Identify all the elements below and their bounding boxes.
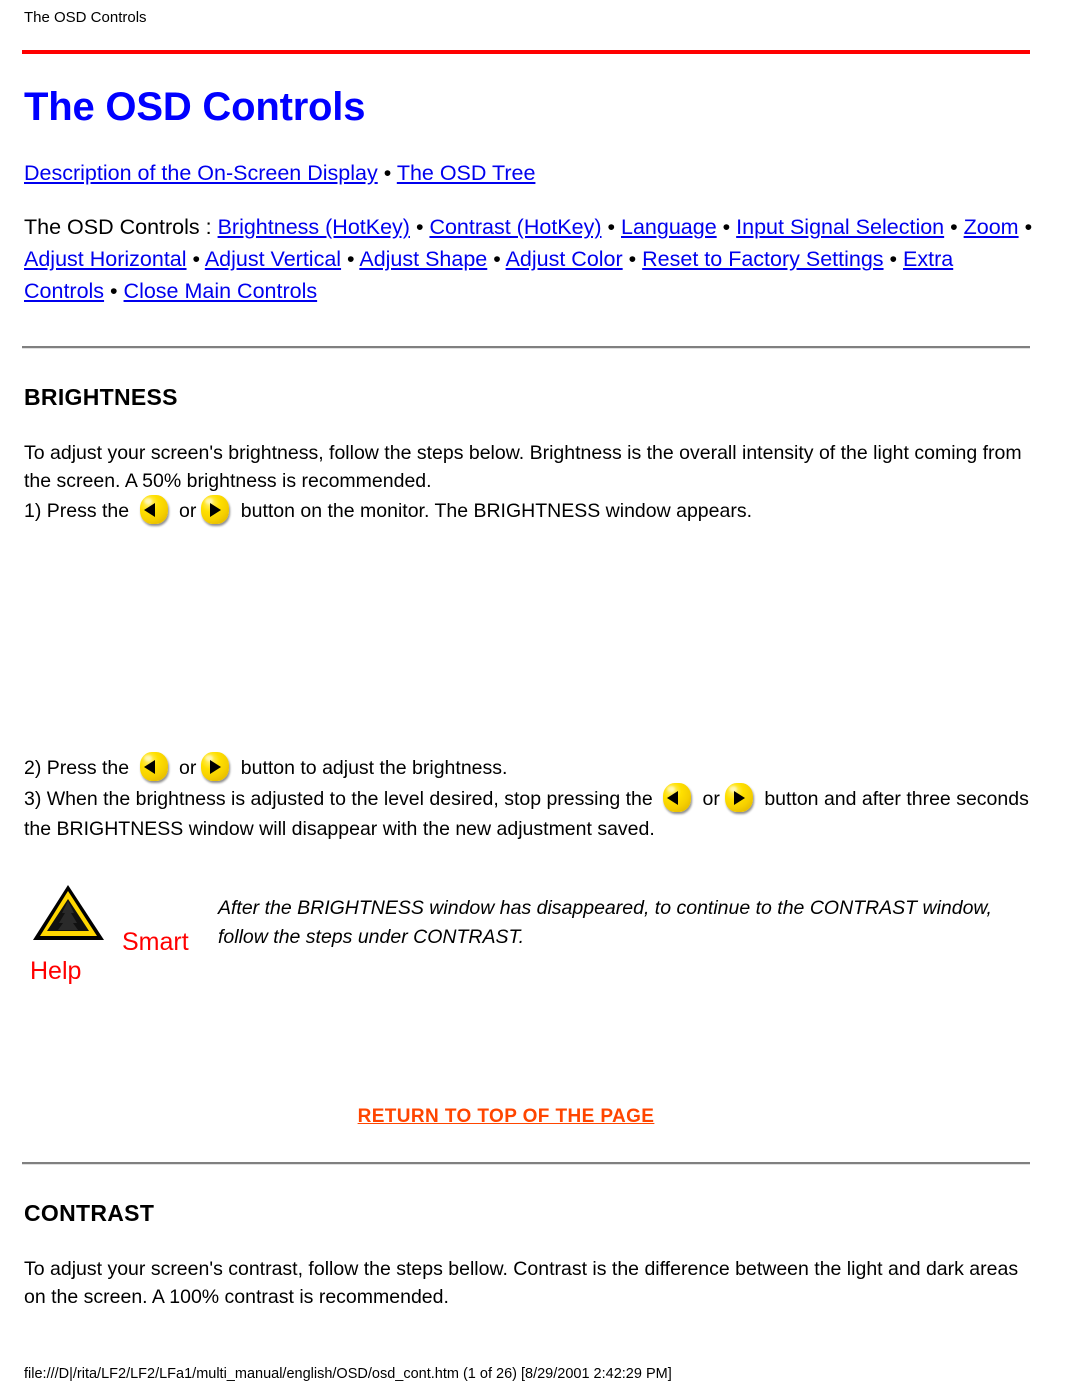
link-adjust-vertical[interactable]: Adjust Vertical <box>205 247 341 271</box>
link-language[interactable]: Language <box>621 215 717 239</box>
bullet-separator: • <box>104 279 124 303</box>
osd-left-arrow-button-icon[interactable] <box>661 783 694 814</box>
step-3-text-before: 3) When the brightness is adjusted to th… <box>24 788 653 810</box>
step-2-text-before: 2) Press the <box>24 757 130 779</box>
page-title: The OSD Controls <box>24 85 366 129</box>
link-brightness-hotkey[interactable]: Brightness (HotKey) <box>218 215 410 239</box>
bullet-separator: • <box>487 247 506 271</box>
smart-help-note-text: After the BRIGHTNESS window has disappea… <box>218 897 992 948</box>
osd-controls-link-list: The OSD Controls : Brightness (HotKey) •… <box>22 211 1036 307</box>
bullet-separator: • <box>341 247 360 271</box>
link-the-osd-tree[interactable]: The OSD Tree <box>397 161 536 185</box>
brightness-step-2: 2) Press the or button to adjust the bri… <box>22 752 1058 783</box>
osd-left-arrow-button-icon[interactable] <box>138 752 171 783</box>
brightness-step-3: 3) When the brightness is adjusted to th… <box>22 783 1058 844</box>
osd-right-arrow-button-icon[interactable] <box>723 783 756 814</box>
red-divider-rule <box>22 50 1030 54</box>
document-header-title: The OSD Controls <box>24 9 147 26</box>
bullet-separator: • <box>186 247 205 271</box>
link-description-on-screen-display[interactable]: Description of the On-Screen Display <box>24 161 378 185</box>
step-2-or: or <box>178 757 197 779</box>
osd-controls-prefix: The OSD Controls : <box>24 215 212 239</box>
smart-help-smart-label: Smart <box>122 928 189 956</box>
bullet-separator: • <box>883 247 904 271</box>
return-to-top-link[interactable]: RETURN TO TOP OF THE PAGE <box>358 1106 655 1127</box>
section-divider-contrast <box>22 1162 1058 1165</box>
bullet-separator: • <box>1018 215 1033 239</box>
return-to-top-container: RETURN TO TOP OF THE PAGE <box>22 1106 1058 1128</box>
bullet-separator: • <box>944 215 964 239</box>
link-input-signal-selection[interactable]: Input Signal Selection <box>736 215 944 239</box>
smart-help-block: Smart Help After the BRIGHTNESS window h… <box>22 880 1058 1000</box>
link-zoom[interactable]: Zoom <box>964 215 1019 239</box>
contrast-heading: CONTRAST <box>24 1200 155 1226</box>
link-close-main-controls[interactable]: Close Main Controls <box>124 279 318 303</box>
step-1-text-after: button on the monitor. The BRIGHTNESS wi… <box>240 500 752 522</box>
document-page: The OSD Controls The OSD Controls Descri… <box>0 0 1080 1397</box>
smart-help-help-label: Help <box>30 957 82 985</box>
brightness-step-1: 1) Press the or button on the monitor. T… <box>22 495 1058 526</box>
bullet-separator: • <box>601 215 621 239</box>
step-3-or: or <box>702 788 720 810</box>
bullet-separator: • <box>716 215 737 239</box>
link-adjust-horizontal[interactable]: Adjust Horizontal <box>24 247 187 271</box>
link-contrast-hotkey[interactable]: Contrast (HotKey) <box>429 215 601 239</box>
step-1-text-before: 1) Press the <box>24 500 130 522</box>
bullet-separator: • <box>622 247 643 271</box>
link-reset-to-factory-settings[interactable]: Reset to Factory Settings <box>642 247 883 271</box>
brightness-osd-window-image-placeholder <box>22 526 1058 752</box>
warning-triangle-icon <box>33 885 104 940</box>
step-1-or: or <box>178 500 197 522</box>
document-footer-path: file:///D|/rita/LF2/LF2/LFa1/multi_manua… <box>24 1366 672 1382</box>
link-adjust-color[interactable]: Adjust Color <box>506 247 623 271</box>
contrast-intro-text: To adjust your screen's contrast, follow… <box>24 1258 1019 1308</box>
osd-right-arrow-button-icon[interactable] <box>199 752 232 783</box>
brightness-heading: BRIGHTNESS <box>24 384 178 410</box>
link-adjust-shape[interactable]: Adjust Shape <box>359 247 487 271</box>
section-divider-brightness <box>22 346 1058 349</box>
bullet-separator: • <box>409 215 430 239</box>
osd-right-arrow-button-icon[interactable] <box>199 495 232 526</box>
osd-left-arrow-button-icon[interactable] <box>138 495 171 526</box>
step-2-text-after: button to adjust the brightness. <box>240 757 508 779</box>
top-navigation-links: Description of the On-Screen Display • T… <box>22 157 1058 189</box>
brightness-intro-text: To adjust your screen's brightness, foll… <box>24 442 1022 492</box>
bullet-separator: • <box>377 161 397 185</box>
